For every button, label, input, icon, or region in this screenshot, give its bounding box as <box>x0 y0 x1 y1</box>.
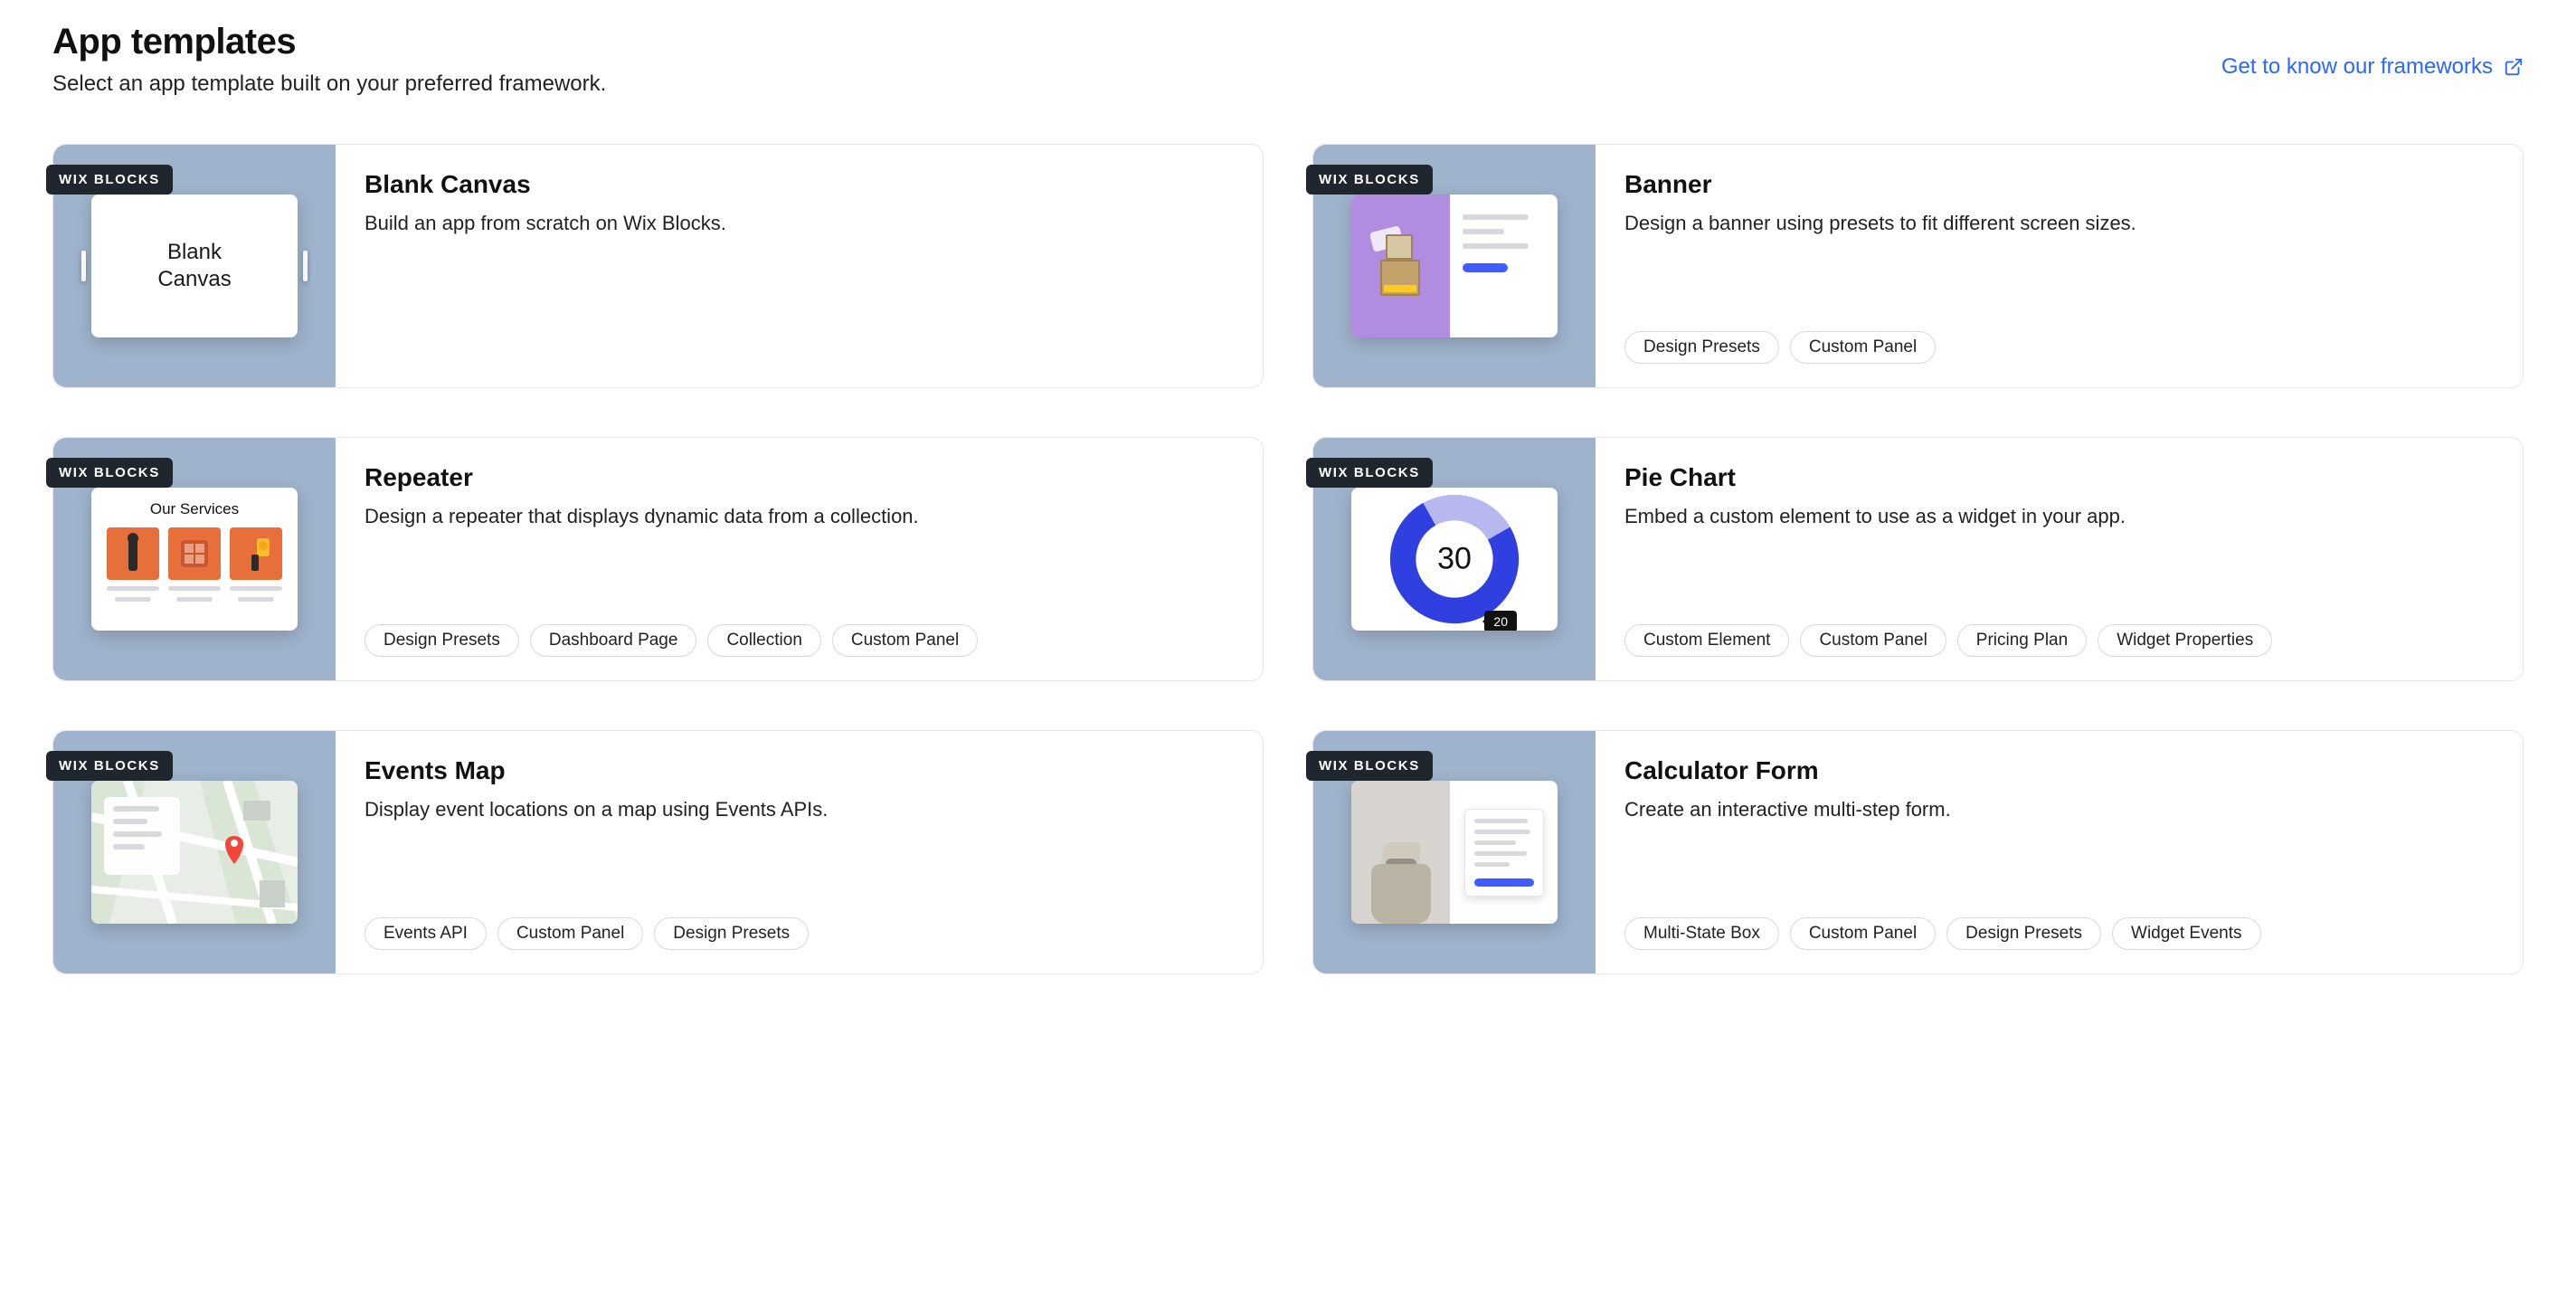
card-title: Repeater <box>365 463 1234 492</box>
calc-image-icon <box>1351 781 1450 924</box>
repeater-cell-image-icon <box>107 527 159 580</box>
tag-pie-chart-0: Custom Element <box>1624 624 1789 657</box>
tag-events-map-2: Design Presets <box>654 917 809 950</box>
tag-repeater-1: Dashboard Page <box>530 624 697 657</box>
card-title: Banner <box>1624 170 2494 199</box>
templates-grid: WIX BLOCKS BlankCanvas Blank Canvas Buil… <box>52 144 2524 974</box>
card-body: Calculator Form Create an interactive mu… <box>1596 731 2523 973</box>
card-tags: Design Presets Custom Panel <box>1624 331 2494 364</box>
repeater-cell <box>107 527 159 602</box>
thumb-calculator-form <box>1351 781 1558 924</box>
template-card-repeater[interactable]: WIX BLOCKS Our Services Repeater Design … <box>52 437 1264 681</box>
frameworks-link[interactable]: Get to know our frameworks <box>2221 54 2524 80</box>
template-card-pie-chart[interactable]: WIX BLOCKS 30 20 Pie Chart Embed a custo… <box>1312 437 2524 681</box>
banner-image-icon <box>1351 195 1450 337</box>
page-header: App templates Select an app template bui… <box>52 22 2524 97</box>
tag-calculator-form-0: Multi-State Box <box>1624 917 1779 950</box>
tag-pie-chart-2: Pricing Plan <box>1957 624 2087 657</box>
header-text-block: App templates Select an app template bui… <box>52 22 606 97</box>
card-tags: Custom Element Custom Panel Pricing Plan Wi… <box>1624 624 2494 657</box>
repeater-cell-image-icon <box>230 527 282 580</box>
tag-calculator-form-1: Custom Panel <box>1790 917 1936 950</box>
card-body: Blank Canvas Build an app from scratch o… <box>336 145 1263 387</box>
resize-handle-right-icon <box>303 251 308 281</box>
card-title: Pie Chart <box>1624 463 2494 492</box>
thumb-repeater: Our Services <box>91 488 298 631</box>
framework-badge: WIX BLOCKS <box>1306 751 1433 781</box>
external-link-icon <box>2504 57 2524 77</box>
calc-form-skeleton <box>1464 809 1544 897</box>
framework-badge: WIX BLOCKS <box>46 751 173 781</box>
card-tags: Multi-State Box Custom Panel Design Preset… <box>1624 917 2494 950</box>
card-title: Events Map <box>365 756 1234 785</box>
tag-pie-chart-1: Custom Panel <box>1800 624 1946 657</box>
framework-badge: WIX BLOCKS <box>46 165 173 195</box>
framework-badge: WIX BLOCKS <box>46 458 173 488</box>
page-description: Select an app template built on your pre… <box>52 71 606 97</box>
tag-pie-chart-3: Widget Properties <box>2098 624 2272 657</box>
card-title: Calculator Form <box>1624 756 2494 785</box>
tag-repeater-0: Design Presets <box>365 624 519 657</box>
card-body: Repeater Design a repeater that displays… <box>336 438 1263 680</box>
card-description: Build an app from scratch on Wix Blocks. <box>365 210 1234 238</box>
card-tags: Events API Custom Panel Design Presets <box>365 917 1234 950</box>
card-description: Display event locations on a map using E… <box>365 796 1234 824</box>
card-body: Pie Chart Embed a custom element to use … <box>1596 438 2523 680</box>
card-description: Design a repeater that displays dynamic … <box>365 503 1234 531</box>
thumb-pie-chart: 30 20 <box>1351 488 1558 631</box>
card-title: Blank Canvas <box>365 170 1234 199</box>
tag-banner-0: Design Presets <box>1624 331 1779 364</box>
banner-skeleton <box>1450 195 1558 337</box>
map-info-panel <box>104 797 180 875</box>
repeater-cell-image-icon <box>168 527 221 580</box>
frameworks-link-label: Get to know our frameworks <box>2221 54 2493 80</box>
tag-events-map-1: Custom Panel <box>497 917 643 950</box>
template-card-calculator-form[interactable]: WIX BLOCKS <box>1312 730 2524 974</box>
template-card-events-map[interactable]: WIX BLOCKS <box>52 730 1264 974</box>
tag-calculator-form-3: Widget Events <box>2112 917 2261 950</box>
thumb-blank-canvas-inner: BlankCanvas <box>91 195 298 337</box>
pie-center-value: 30 <box>1437 542 1472 577</box>
card-tags: Design Presets Dashboard Page Collection Cu… <box>365 624 1234 657</box>
tag-repeater-3: Custom Panel <box>832 624 978 657</box>
card-description: Design a banner using presets to fit dif… <box>1624 210 2494 238</box>
repeater-cell <box>230 527 282 602</box>
card-description: Embed a custom element to use as a widge… <box>1624 503 2494 531</box>
tag-repeater-2: Collection <box>707 624 820 657</box>
tag-calculator-form-2: Design Presets <box>1946 917 2101 950</box>
tag-events-map-0: Events API <box>365 917 487 950</box>
thumb-banner <box>1351 195 1558 337</box>
framework-badge: WIX BLOCKS <box>1306 458 1433 488</box>
thumb-events-map <box>91 781 298 924</box>
repeater-thumb-title: Our Services <box>150 500 239 518</box>
repeater-cell <box>168 527 221 602</box>
page-title: App templates <box>52 22 606 62</box>
framework-badge: WIX BLOCKS <box>1306 165 1433 195</box>
card-body: Banner Design a banner using presets to … <box>1596 145 2523 387</box>
template-card-blank-canvas[interactable]: WIX BLOCKS BlankCanvas Blank Canvas Buil… <box>52 144 1264 388</box>
template-card-banner[interactable]: WIX BLOCKS Banner Design a banner u <box>1312 144 2524 388</box>
card-description: Create an interactive multi-step form. <box>1624 796 2494 824</box>
pie-tooltip-value: 20 <box>1484 611 1517 631</box>
card-body: Events Map Display event locations on a … <box>336 731 1263 973</box>
tag-banner-1: Custom Panel <box>1790 331 1936 364</box>
thumb-blank-canvas: BlankCanvas <box>81 195 308 337</box>
resize-handle-left-icon <box>81 251 86 281</box>
